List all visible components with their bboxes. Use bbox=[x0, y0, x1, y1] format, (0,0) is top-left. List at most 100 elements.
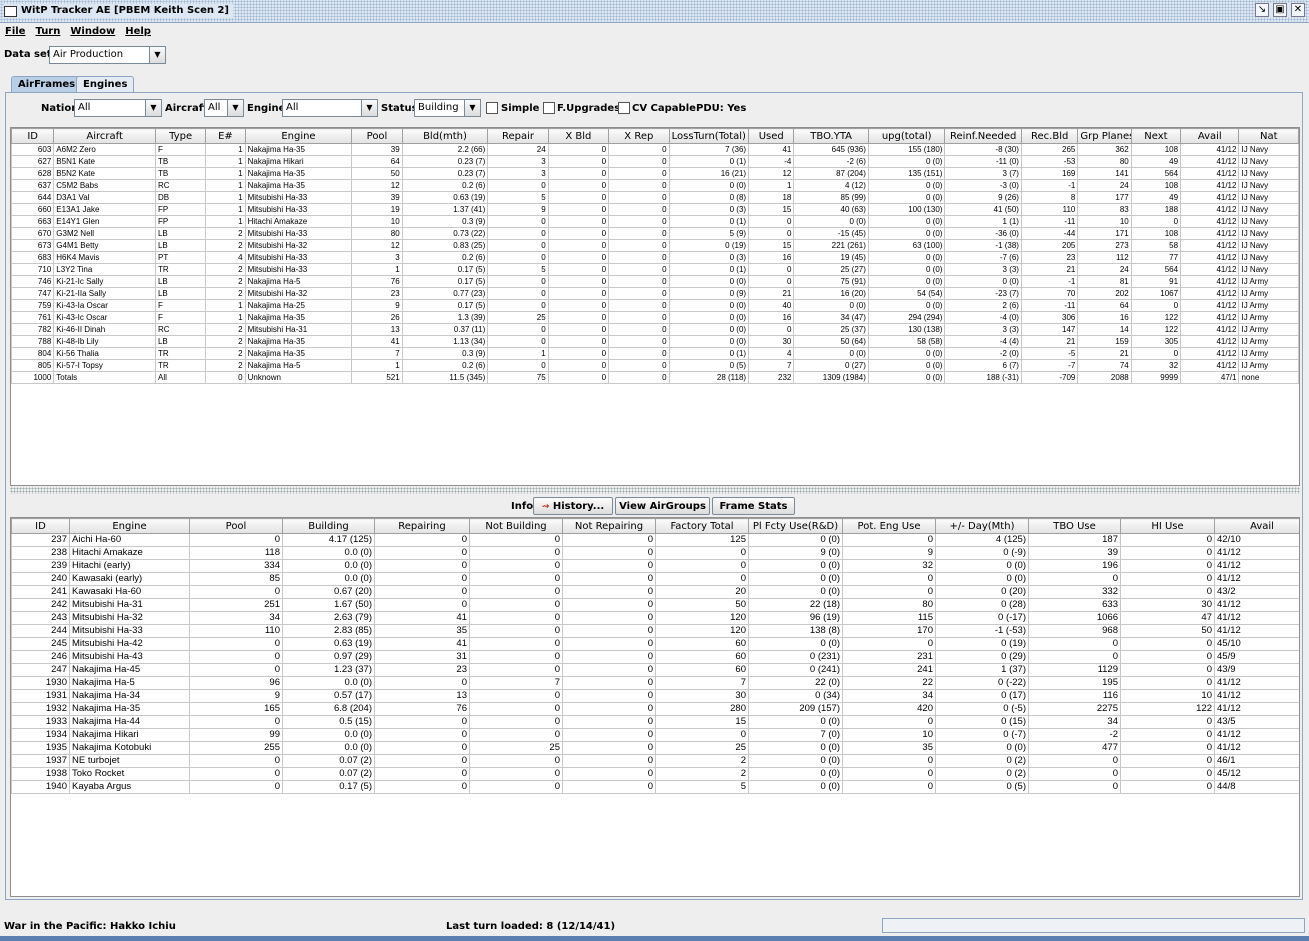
column-header[interactable]: HI Use bbox=[1120, 518, 1215, 534]
tab-engines[interactable]: Engines bbox=[76, 76, 135, 93]
minimize-icon[interactable]: ↘ bbox=[1255, 3, 1269, 17]
airframe-row[interactable]: 804 Ki-56 Thalia TR 2 Nakajima Ha-35 7 0.3 (9)… bbox=[11, 347, 1299, 360]
column-header[interactable]: Factory Total bbox=[655, 518, 749, 534]
engine-row[interactable]: 1931 Nakajima Ha-34 9 0.57 (17) 13 0 0 30 0 (34)… bbox=[11, 689, 1299, 703]
column-header[interactable]: Pool bbox=[351, 128, 403, 144]
chevron-down-icon[interactable]: ▼ bbox=[361, 100, 377, 116]
column-header[interactable]: Nat bbox=[1238, 128, 1299, 144]
engine-row[interactable]: 237 Aichi Ha-60 0 4.17 (125) 0 0 0 125 0 (0) 0 4 (… bbox=[11, 533, 1299, 547]
engine-row[interactable]: 1938 Toko Rocket 0 0.07 (2) 0 0 0 2 0 (0) 0 0 (2) 0… bbox=[11, 767, 1299, 781]
airframe-row[interactable]: 673 G4M1 Betty LB 2 Mitsubishi Ha-32 12 0.83 (… bbox=[11, 239, 1299, 252]
menu-window[interactable]: Window bbox=[70, 23, 115, 40]
column-header[interactable]: Bld(mth) bbox=[401, 128, 489, 144]
view-airgroups-button[interactable]: View AirGroups bbox=[615, 497, 710, 515]
chevron-down-icon[interactable]: ▼ bbox=[464, 100, 480, 116]
engine-row[interactable]: 1933 Nakajima Ha-44 0 0.5 (15) 0 0 0 15 0 (0) 0 0 … bbox=[11, 715, 1299, 729]
airframe-row[interactable]: 637 C5M2 Babs RC 1 Nakajima Ha-35 12 0.2 (6) 0 0… bbox=[11, 179, 1299, 192]
airframe-row[interactable]: 628 B5N2 Kate TB 1 Nakajima Ha-35 50 0.23 (7) 3… bbox=[11, 167, 1299, 180]
column-header[interactable]: Repairing bbox=[374, 518, 470, 534]
chevron-down-icon[interactable]: ▼ bbox=[227, 100, 243, 116]
airframe-row[interactable]: 782 Ki-46-II Dinah RC 2 Mitsubishi Ha-31 13 0.… bbox=[11, 323, 1299, 336]
chevron-down-icon[interactable]: ▼ bbox=[149, 47, 165, 63]
column-header[interactable]: ID bbox=[11, 518, 70, 534]
engine-row[interactable]: 243 Mitsubishi Ha-32 34 2.63 (79) 41 0 0 120 96 … bbox=[11, 611, 1299, 625]
column-header[interactable]: X Bld bbox=[547, 128, 610, 144]
engine-row[interactable]: 244 Mitsubishi Ha-33 110 2.83 (85) 35 0 0 120 13… bbox=[11, 624, 1299, 638]
airframe-row[interactable]: 805 Ki-57-I Topsy TR 2 Nakajima Ha-5 1 0.2 (6)… bbox=[11, 359, 1299, 372]
column-header[interactable]: Rec.Bld bbox=[1020, 128, 1079, 144]
splitter-handle[interactable] bbox=[10, 487, 1300, 494]
column-header[interactable]: Pool bbox=[189, 518, 283, 534]
airframe-row[interactable]: 644 D3A1 Val DB 1 Mitsubishi Ha-33 39 0.63 (19… bbox=[11, 191, 1299, 204]
menu-file[interactable]: File bbox=[5, 23, 25, 40]
column-header[interactable]: Grp Planes bbox=[1077, 128, 1132, 144]
engine-row[interactable]: 1935 Nakajima Kotobuki 255 0.0 (0) 0 25 0 25 0 (… bbox=[11, 741, 1299, 755]
dataset-select[interactable]: Air Production ▼ bbox=[49, 46, 166, 64]
column-header[interactable]: ID bbox=[11, 128, 55, 144]
menu-help[interactable]: Help bbox=[125, 23, 151, 40]
column-header[interactable]: Next bbox=[1130, 128, 1182, 144]
engine-row[interactable]: 240 Kawasaki (early) 85 0.0 (0) 0 0 0 0 0 (0) 0 0 … bbox=[11, 572, 1299, 586]
engine-row[interactable]: 1932 Nakajima Ha-35 165 6.8 (204) 76 0 0 280 209… bbox=[11, 702, 1299, 716]
airframe-row[interactable]: 761 Ki-43-Ic Oscar F 1 Nakajima Ha-35 26 1.3 (… bbox=[11, 311, 1299, 324]
engine-row[interactable]: 246 Mitsubishi Ha-43 0 0.97 (29) 31 0 0 60 0 (23… bbox=[11, 650, 1299, 664]
engine-row[interactable]: 242 Mitsubishi Ha-31 251 1.67 (50) 0 0 0 50 22 (… bbox=[11, 598, 1299, 612]
simple-checkbox[interactable] bbox=[486, 102, 498, 114]
engine-row[interactable]: 1940 Kayaba Argus 0 0.17 (5) 0 0 0 5 0 (0) 0 0 (5)… bbox=[11, 780, 1299, 794]
engine-row[interactable]: 1934 Nakajima Hikari 99 0.0 (0) 0 0 0 0 7 (0) 10 0… bbox=[11, 728, 1299, 742]
engine-select[interactable]: All ▼ bbox=[282, 99, 378, 117]
frame-stats-button[interactable]: Frame Stats bbox=[712, 497, 795, 515]
menu-turn[interactable]: Turn bbox=[35, 23, 60, 40]
close-icon[interactable]: ✕ bbox=[1291, 3, 1305, 17]
engine-row[interactable]: 241 Kawasaki Ha-60 0 0.67 (20) 0 0 0 20 0 (0) 0 0 … bbox=[11, 585, 1299, 599]
engine-row[interactable]: 1937 NE turbojet 0 0.07 (2) 0 0 0 2 0 (0) 0 0 (2) 0… bbox=[11, 754, 1299, 768]
column-header[interactable]: Repair bbox=[487, 128, 549, 144]
airframe-row[interactable]: 627 B5N1 Kate TB 1 Nakajima Hikari 64 0.23 (7)… bbox=[11, 155, 1299, 168]
column-header[interactable]: Not Building bbox=[469, 518, 563, 534]
airframe-row[interactable]: 759 Ki-43-Ia Oscar F 1 Nakajima Ha-25 9 0.17 (… bbox=[11, 299, 1299, 312]
column-header[interactable]: TBO.YTA bbox=[793, 128, 869, 144]
airframe-row[interactable]: 1000 Totals All 0 Unknown 521 11.5 (345) 75 0 0 28… bbox=[11, 371, 1299, 384]
column-header[interactable]: E# bbox=[205, 128, 246, 144]
column-header[interactable]: Pl Fcty Use(R&D) bbox=[748, 518, 843, 534]
airframe-row[interactable]: 788 Ki-48-Ib Lily LB 2 Nakajima Ha-35 41 1.13 … bbox=[11, 335, 1299, 348]
column-header[interactable]: Engine bbox=[69, 518, 190, 534]
column-header[interactable]: Avail bbox=[1214, 518, 1299, 534]
column-header[interactable]: Reinf.Needed bbox=[944, 128, 1022, 144]
maximize-icon[interactable]: ▣ bbox=[1273, 3, 1287, 17]
airframe-row[interactable]: 710 L3Y2 Tina TR 2 Mitsubishi Ha-33 1 0.17 (5)… bbox=[11, 263, 1299, 276]
engine-row[interactable]: 245 Mitsubishi Ha-42 0 0.63 (19) 41 0 0 60 0 (0)… bbox=[11, 637, 1299, 651]
airframe-row[interactable]: 746 Ki-21-Ic Sally LB 2 Nakajima Ha-5 76 0.17 … bbox=[11, 275, 1299, 288]
engine-row[interactable]: 247 Nakajima Ha-45 0 1.23 (37) 23 0 0 60 0 (241)… bbox=[11, 663, 1299, 677]
engine-row[interactable]: 239 Hitachi (early) 334 0.0 (0) 0 0 0 0 0 (0) 32 0… bbox=[11, 559, 1299, 573]
column-header[interactable]: X Rep bbox=[608, 128, 670, 144]
aircraft-select[interactable]: All ▼ bbox=[204, 99, 244, 117]
airframe-row[interactable]: 683 H6K4 Mavis PT 4 Mitsubishi Ha-33 3 0.2 (6)… bbox=[11, 251, 1299, 264]
column-header[interactable]: Not Repairing bbox=[562, 518, 656, 534]
cvcapable-checkbox[interactable] bbox=[618, 102, 630, 114]
engine-row[interactable]: 1930 Nakajima Ha-5 96 0.0 (0) 0 7 0 7 22 (0) 22 0 … bbox=[11, 676, 1299, 690]
column-header[interactable]: TBO Use bbox=[1028, 518, 1121, 534]
chevron-down-icon[interactable]: ▼ bbox=[145, 100, 161, 116]
nation-select[interactable]: All ▼ bbox=[74, 99, 162, 117]
column-header[interactable]: Aircraft bbox=[53, 128, 156, 144]
column-header[interactable]: Engine bbox=[244, 128, 353, 144]
history-button[interactable]: ⇝ History... bbox=[533, 497, 613, 515]
airframe-row[interactable]: 603 A6M2 Zero F 1 Nakajima Ha-35 39 2.2 (66) 24… bbox=[11, 143, 1299, 156]
fupgrades-checkbox[interactable] bbox=[543, 102, 555, 114]
airframe-row[interactable]: 747 Ki-21-IIa Sally LB 2 Mitsubishi Ha-32 23 0… bbox=[11, 287, 1299, 300]
tab-airframes[interactable]: AirFrames bbox=[11, 76, 83, 93]
column-header[interactable]: upg(total) bbox=[867, 128, 946, 144]
status-select[interactable]: Building ▼ bbox=[414, 99, 481, 117]
column-header[interactable]: Pot. Eng Use bbox=[842, 518, 936, 534]
airframe-row[interactable]: 663 E14Y1 Glen FP 1 Hitachi Amakaze 10 0.3 (9)… bbox=[11, 215, 1299, 228]
engine-row[interactable]: 238 Hitachi Amakaze 118 0.0 (0) 0 0 0 0 9 (0) 9 0 … bbox=[11, 546, 1299, 560]
column-header[interactable]: LossTurn(Total) bbox=[668, 128, 750, 144]
column-header[interactable]: Building bbox=[282, 518, 375, 534]
airframe-row[interactable]: 670 G3M2 Nell LB 2 Mitsubishi Ha-33 80 0.73 (2… bbox=[11, 227, 1299, 240]
airframe-row[interactable]: 660 E13A1 Jake FP 1 Mitsubishi Ha-33 19 1.37 (… bbox=[11, 203, 1299, 216]
column-header[interactable]: Avail bbox=[1180, 128, 1240, 144]
column-header[interactable]: Used bbox=[748, 128, 795, 144]
column-header[interactable]: +/- Day(Mth) bbox=[935, 518, 1029, 534]
column-header[interactable]: Type bbox=[154, 128, 207, 144]
